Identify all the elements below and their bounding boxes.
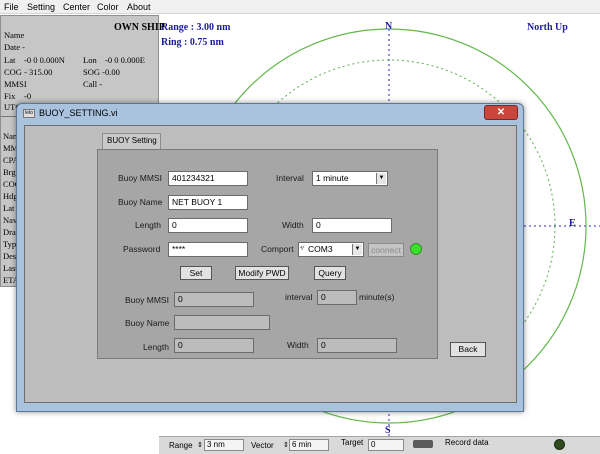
readback-mmsi-label: Buoy MMSI: [125, 295, 169, 305]
range-label: Range: [169, 441, 193, 450]
own-ship-cog: COG - 315.00: [4, 67, 53, 77]
password-label: Password: [123, 244, 161, 254]
record-status-led: [554, 439, 565, 450]
vector-stepper-icon[interactable]: ⇕: [283, 441, 289, 449]
menu-color[interactable]: Color: [97, 2, 119, 12]
chevron-down-icon[interactable]: ▼: [352, 244, 362, 255]
back-button[interactable]: Back: [450, 342, 486, 357]
target-field: Lat: [3, 203, 15, 213]
width-input[interactable]: 0: [312, 218, 392, 233]
readback-width-label: Width: [287, 340, 309, 350]
own-ship-fix-value: -0: [24, 91, 32, 101]
readback-length-label: Length: [143, 342, 169, 352]
menu-about[interactable]: About: [127, 2, 151, 12]
bottom-control-bar: Range ⇕ 3 nm Vector ⇕ 6 min Target 0 Rec…: [159, 436, 600, 454]
vector-label: Vector: [251, 441, 274, 450]
own-ship-lon-label: Lon: [83, 55, 97, 65]
buoy-name-input[interactable]: NET BUOY 1: [168, 195, 248, 210]
menu-file[interactable]: File: [4, 2, 19, 12]
buoy-mmsi-label: Buoy MMSI: [118, 173, 162, 183]
own-ship-lon-value: -0 0 0.000E: [105, 55, 145, 65]
range-stepper-icon[interactable]: ⇕: [197, 441, 203, 449]
orientation-readout: North Up: [527, 22, 568, 33]
readback-interval-label: interval: [285, 292, 313, 302]
comport-selected-value: COM3: [308, 244, 333, 254]
password-input[interactable]: ****: [168, 242, 248, 257]
comport-select[interactable]: ⁴⁄ COM3 ▼: [298, 242, 364, 257]
own-ship-sog: SOG -0.00: [83, 67, 120, 77]
own-ship-name: Name: [4, 30, 25, 40]
readback-mmsi-value: 0: [174, 292, 254, 307]
range-input[interactable]: 3 nm: [204, 439, 244, 451]
buoy-name-label: Buoy Name: [118, 197, 163, 207]
readback-name-label: Buoy Name: [125, 318, 170, 328]
ring-readout: Ring : 0.75 nm: [161, 37, 224, 48]
own-ship-lat-value: -0 0 0.000N: [24, 55, 65, 65]
dialog-title: BUOY_SETTING.vi: [39, 108, 118, 118]
readback-interval-unit: minute(s): [359, 292, 395, 302]
own-ship-call: Call -: [83, 79, 103, 89]
width-label: Width: [282, 220, 304, 230]
modify-pwd-button[interactable]: Modify PWD: [235, 266, 289, 280]
vector-input[interactable]: 6 min: [289, 439, 329, 451]
target-field: Brg: [3, 167, 16, 177]
own-ship-mmsi: MMSI: [4, 79, 27, 89]
comport-label: Comport: [261, 244, 294, 254]
target-count: 0: [368, 439, 404, 451]
north-label: N: [385, 21, 393, 32]
record-data-label: Record data: [445, 438, 489, 447]
menu-center[interactable]: Center: [63, 2, 90, 12]
interval-label: Interval: [276, 173, 304, 183]
io-resource-icon: ⁴⁄: [300, 246, 304, 252]
buoy-mmsi-input[interactable]: 401234321: [168, 171, 248, 186]
tab-buoy-setting[interactable]: BUOY Setting: [102, 133, 161, 149]
chevron-down-icon[interactable]: ▼: [376, 173, 386, 184]
buoy-setting-dialog: lelo BUOY_SETTING.vi ✕ BUOY Setting Buoy…: [16, 103, 524, 412]
east-label: E: [569, 218, 576, 229]
readback-width-value: 0: [317, 338, 397, 353]
buoy-setting-panel: Buoy MMSI 401234321 Interval 1 minute ▼ …: [97, 149, 438, 359]
length-input[interactable]: 0: [168, 218, 248, 233]
menu-bar: File Setting Center Color About: [0, 0, 600, 14]
menu-setting[interactable]: Setting: [27, 2, 55, 12]
south-label: S: [385, 425, 391, 436]
length-label: Length: [135, 220, 161, 230]
interval-select[interactable]: 1 minute ▼: [312, 171, 388, 186]
connect-button[interactable]: connect: [368, 243, 404, 257]
own-ship-date: Date -: [4, 42, 26, 52]
dialog-client-area: BUOY Setting Buoy MMSI 401234321 Interva…: [24, 125, 517, 403]
record-toggle-icon[interactable]: [413, 440, 433, 448]
interval-selected-value: 1 minute: [316, 173, 349, 183]
query-button[interactable]: Query: [314, 266, 346, 280]
range-readout: Range : 3.00 nm: [161, 22, 231, 33]
own-ship-lat-label: Lat: [4, 55, 16, 65]
readback-interval-value: 0: [317, 290, 357, 305]
readback-length-value: 0: [174, 338, 254, 353]
target-field: Dra: [3, 227, 16, 237]
readback-name-value: [174, 315, 270, 330]
connection-status-led: [410, 243, 422, 255]
dialog-titlebar[interactable]: lelo BUOY_SETTING.vi ✕: [17, 104, 523, 123]
own-ship-fix-label: Fix: [4, 91, 16, 101]
target-label: Target: [341, 438, 364, 447]
set-button[interactable]: Set: [180, 266, 212, 280]
close-button[interactable]: ✕: [484, 105, 518, 120]
labview-icon: lelo: [23, 109, 35, 118]
own-ship-title: OWN SHIP: [114, 22, 165, 33]
